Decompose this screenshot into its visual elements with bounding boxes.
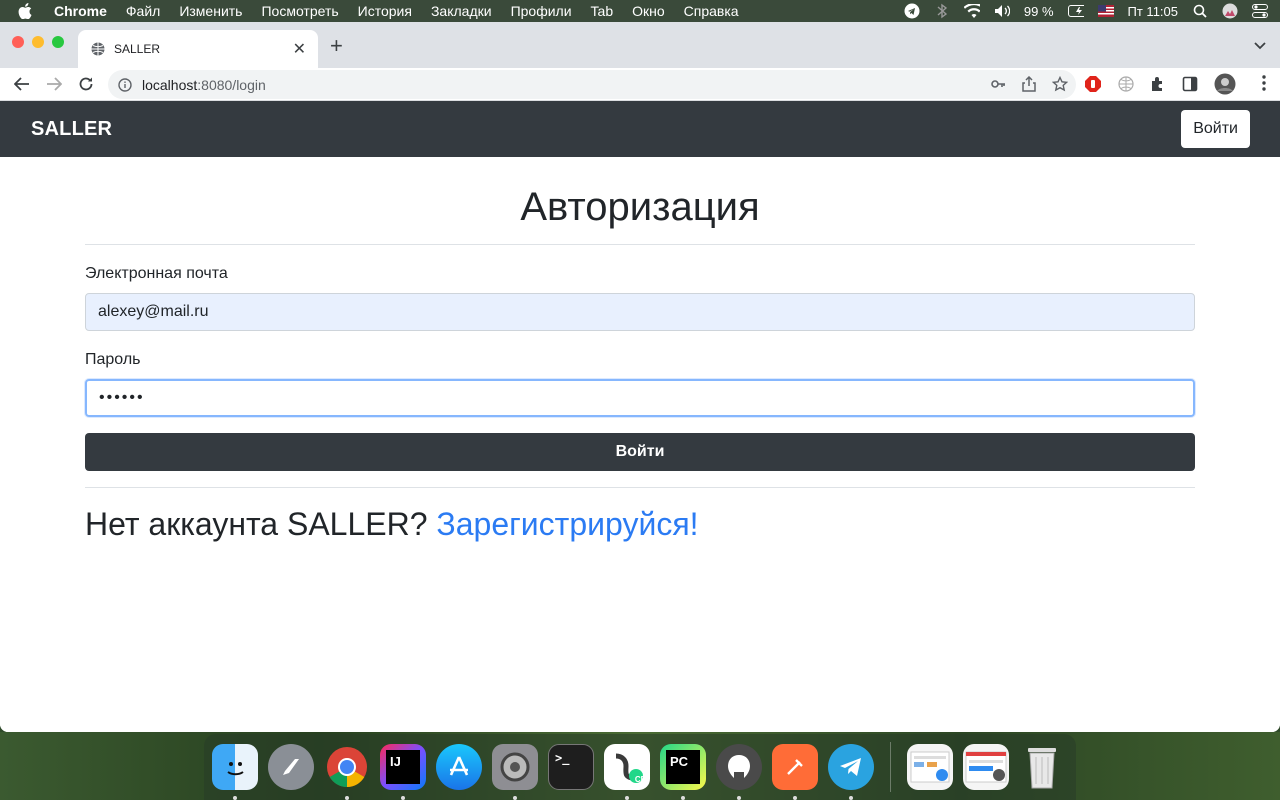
zoom-window-button[interactable] xyxy=(52,36,64,48)
login-submit-button[interactable]: Войти xyxy=(85,433,1195,471)
pycharm-label: PC xyxy=(666,750,700,784)
battery-icon[interactable] xyxy=(1067,3,1084,19)
telegram-icon[interactable] xyxy=(828,744,874,800)
reload-icon[interactable] xyxy=(70,70,102,98)
telegram-status-icon[interactable] xyxy=(904,3,920,19)
email-label: Электронная почта xyxy=(85,265,228,282)
forward-arrow-icon[interactable] xyxy=(38,70,70,98)
intellij-label: IJ xyxy=(386,750,420,784)
postgres-icon[interactable] xyxy=(716,744,762,800)
volume-icon[interactable] xyxy=(994,3,1010,19)
url-host: localhost xyxy=(142,76,198,93)
browser-menu-icon[interactable] xyxy=(1262,75,1266,96)
wifi-icon[interactable] xyxy=(963,3,980,19)
extensions-puzzle-icon[interactable] xyxy=(1150,76,1166,97)
system-preferences-icon[interactable] xyxy=(492,744,538,800)
password-key-icon[interactable] xyxy=(990,76,1006,95)
menu-help[interactable]: Справка xyxy=(684,3,739,19)
login-form-container: Авторизация Электронная почта alexey@mai… xyxy=(85,157,1195,543)
navbar-login-button[interactable]: Войти xyxy=(1181,110,1250,148)
window-controls xyxy=(12,36,64,48)
minimize-window-button[interactable] xyxy=(32,36,44,48)
app-store-icon[interactable] xyxy=(436,744,482,790)
password-value: •••••• xyxy=(99,389,145,406)
tab-strip: SALLER ✕ + xyxy=(0,22,1280,68)
site-brand[interactable]: SALLER xyxy=(31,118,112,141)
pycharm-icon[interactable]: PC xyxy=(660,744,706,800)
register-link[interactable]: Зарегистрируйся! xyxy=(436,506,698,542)
bookmark-star-icon[interactable] xyxy=(1051,75,1069,95)
clock[interactable]: Пт 11:05 xyxy=(1128,4,1178,19)
bluetooth-icon[interactable] xyxy=(934,3,950,19)
site-navbar: SALLER Войти xyxy=(0,101,1280,157)
signup-text: Нет аккаунта SALLER? xyxy=(85,506,428,542)
browser-toolbar: localhost:8080/login xyxy=(0,68,1280,101)
menu-file[interactable]: Файл xyxy=(126,3,160,19)
menu-profiles[interactable]: Профили xyxy=(511,3,572,19)
intellij-icon[interactable]: IJ xyxy=(380,744,426,800)
close-window-button[interactable] xyxy=(12,36,24,48)
page-title: Авторизация xyxy=(520,185,760,229)
globe-extension-icon[interactable] xyxy=(1118,76,1134,97)
terminal-icon[interactable]: >_ xyxy=(548,744,594,790)
profile-avatar-icon[interactable] xyxy=(1214,73,1236,100)
mac-menubar: Chrome Файл Изменить Посмотреть История … xyxy=(0,0,1280,22)
menu-window[interactable]: Окно xyxy=(632,3,665,19)
screenshot-folder-icon[interactable] xyxy=(907,744,953,790)
menu-tab[interactable]: Tab xyxy=(591,3,614,19)
extensions-area xyxy=(1084,73,1236,100)
tab-title: SALLER xyxy=(114,42,161,56)
menu-view[interactable]: Посмотреть xyxy=(261,3,338,19)
finder-icon[interactable] xyxy=(212,744,258,800)
menu-app-name[interactable]: Chrome xyxy=(54,3,107,19)
launchpad-icon[interactable] xyxy=(268,744,314,790)
tab-close-icon[interactable]: ✕ xyxy=(293,39,306,59)
ce-badge: CE xyxy=(634,775,646,784)
postman-icon[interactable] xyxy=(772,744,818,800)
pycharm-ce-icon[interactable]: CE xyxy=(604,744,650,800)
url-path: :8080/login xyxy=(197,76,266,93)
trash-icon[interactable] xyxy=(1019,744,1065,790)
menu-bookmarks[interactable]: Закладки xyxy=(431,3,492,19)
share-icon[interactable] xyxy=(1022,75,1036,95)
chrome-icon[interactable] xyxy=(324,744,370,800)
new-tab-icon[interactable]: + xyxy=(330,35,343,57)
battery-percent: 99 % xyxy=(1023,3,1054,19)
password-field[interactable]: •••••• xyxy=(85,379,1195,417)
globe-icon xyxy=(90,41,106,57)
flag-us-icon[interactable] xyxy=(1097,3,1114,19)
address-bar[interactable]: localhost:8080/login xyxy=(108,70,1076,99)
email-value: alexey@mail.ru xyxy=(98,303,209,320)
signup-prompt: Нет аккаунта SALLER? Зарегистрируйся! xyxy=(85,506,1195,543)
divider xyxy=(85,487,1195,488)
side-panel-icon[interactable] xyxy=(1182,76,1198,97)
site-info-icon[interactable] xyxy=(118,77,132,92)
browser-tab[interactable]: SALLER ✕ xyxy=(78,30,318,68)
apple-logo-icon[interactable] xyxy=(18,3,36,19)
control-center-icon[interactable] xyxy=(1252,3,1268,19)
user-avatar-icon[interactable] xyxy=(1222,3,1238,19)
mac-dock: IJ >_ CE PC xyxy=(204,734,1076,800)
adblock-extension-icon[interactable] xyxy=(1084,75,1102,98)
divider xyxy=(85,244,1195,245)
downloads-folder-icon[interactable] xyxy=(963,744,1009,790)
email-field[interactable]: alexey@mail.ru xyxy=(85,293,1195,331)
spotlight-search-icon[interactable] xyxy=(1192,3,1208,19)
back-arrow-icon[interactable] xyxy=(6,70,38,98)
dock-separator xyxy=(890,742,891,792)
menu-edit[interactable]: Изменить xyxy=(179,3,242,19)
browser-window: SALLER ✕ + localhost:8080/login SALLER … xyxy=(0,22,1280,732)
menu-history[interactable]: История xyxy=(358,3,412,19)
tab-search-chevron-icon[interactable] xyxy=(1254,37,1266,55)
web-page: SALLER Войти Авторизация Электронная поч… xyxy=(0,101,1280,732)
password-label: Пароль xyxy=(85,351,141,368)
